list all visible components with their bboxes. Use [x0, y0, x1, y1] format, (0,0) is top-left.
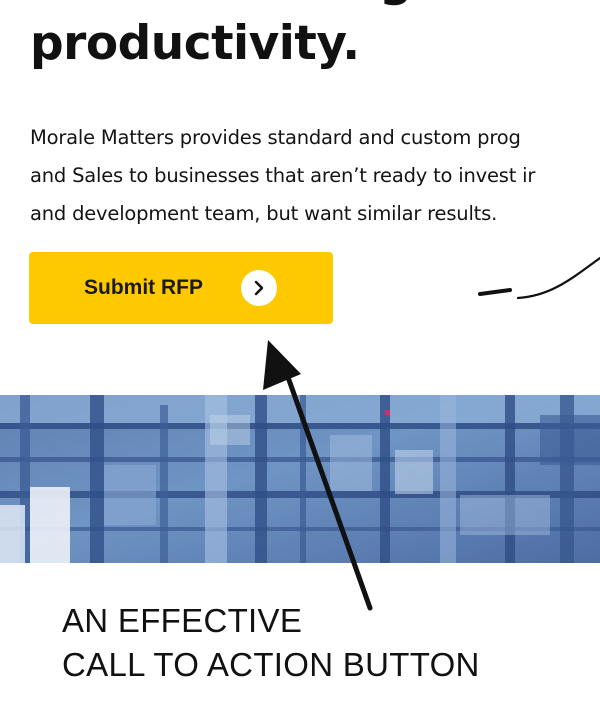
description-line-3: and development team, but want similar r…	[30, 202, 498, 225]
description-line-2: and Sales to businesses that aren’t read…	[30, 164, 536, 187]
headline-line-1: while boosting efficie	[30, 0, 600, 12]
chevron-right-icon	[241, 270, 277, 306]
screenshot-page: while boosting efficie productivity. Mor…	[0, 0, 600, 708]
headline-line-2: productivity.	[30, 16, 360, 71]
decorative-squiggle	[478, 256, 600, 300]
caption-line-1: AN EFFECTIVE	[62, 602, 303, 639]
hero-description: Morale Matters provides standard and cus…	[30, 119, 600, 233]
submit-rfp-button[interactable]: Submit RFP	[29, 252, 333, 324]
hero-headline: while boosting efficie productivity.	[30, 0, 600, 76]
annotation-caption: AN EFFECTIVE CALL TO ACTION BUTTON	[62, 599, 480, 687]
description-line-1: Morale Matters provides standard and cus…	[30, 126, 521, 149]
caption-line-2: CALL TO ACTION BUTTON	[62, 646, 480, 683]
office-photo	[0, 395, 600, 563]
submit-rfp-label: Submit RFP	[84, 276, 203, 299]
